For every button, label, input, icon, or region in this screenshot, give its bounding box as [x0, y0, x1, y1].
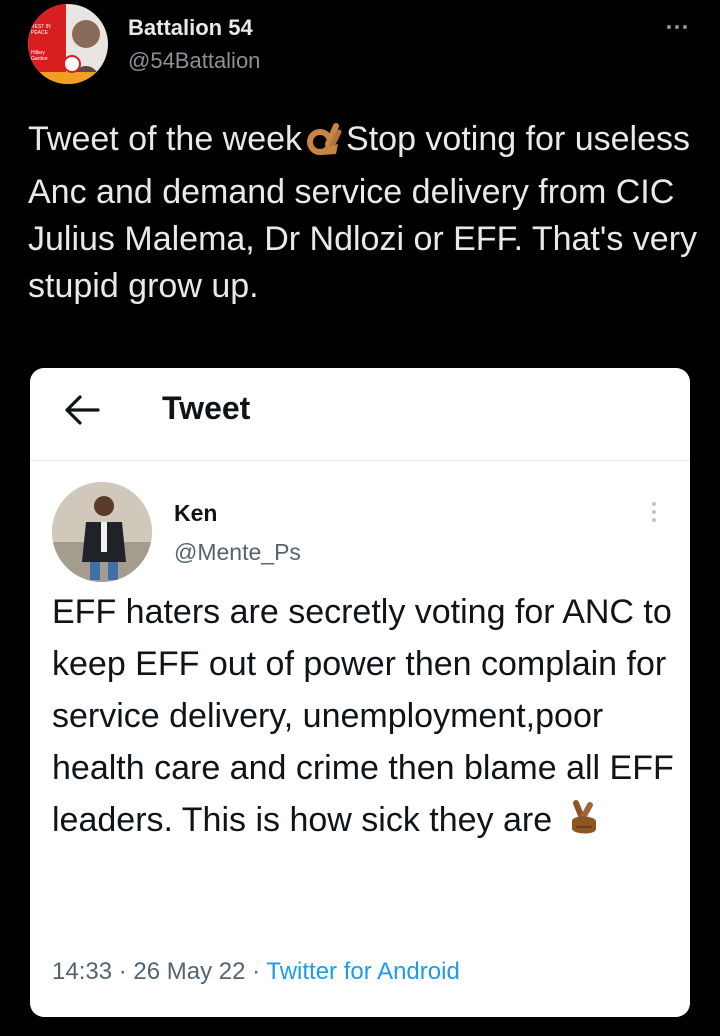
meta-separator: ·	[112, 958, 134, 985]
back-arrow-icon	[64, 394, 100, 426]
screenshot-title: Tweet	[162, 390, 251, 426]
crossed-fingers-icon	[566, 799, 600, 852]
display-name[interactable]: Battalion 54	[128, 15, 253, 41]
ok-hand-icon	[306, 118, 342, 169]
tweet-text: Tweet of the week Stop voting for useles…	[28, 116, 698, 310]
dot-icon	[652, 502, 656, 506]
avatar[interactable]: REST IN PEACE Hillary Gardee	[28, 4, 108, 84]
avatar-caption-top: REST IN PEACE	[31, 24, 51, 36]
user-handle[interactable]: @54Battalion	[128, 48, 260, 74]
tweet-text-part-1: Tweet of the week	[28, 120, 303, 158]
dot-icon	[675, 25, 679, 29]
embedded-tweet-screenshot[interactable]: Tweet Ken @Mente_Ps EFF haters are secre…	[30, 368, 690, 1017]
meta-separator: ·	[245, 958, 267, 985]
quoted-avatar-image	[52, 482, 152, 582]
tweet-date: 26 May 22	[133, 958, 246, 985]
more-options-icon[interactable]	[660, 18, 694, 36]
quoted-tweet-text: EFF haters are secretly voting for ANC t…	[52, 586, 678, 852]
dot-icon	[667, 25, 671, 29]
quoted-display-name: Ken	[174, 500, 218, 526]
quoted-more-options-icon	[644, 498, 664, 526]
quoted-tweet-meta: 14:33 · 26 May 22 · Twitter for Android	[52, 958, 460, 986]
quoted-user-handle: @Mente_Ps	[174, 539, 301, 565]
dot-icon	[652, 510, 656, 514]
avatar-caption-name: Hillary Gardee	[31, 50, 48, 62]
dot-icon	[652, 518, 656, 522]
tweet-source-link: Twitter for Android	[266, 958, 460, 985]
quoted-avatar	[52, 482, 152, 582]
screenshot-topbar: Tweet	[30, 368, 690, 461]
tweet-header: REST IN PEACE Hillary Gardee Battalion 5…	[0, 0, 720, 100]
avatar-image	[28, 4, 108, 84]
dot-icon	[683, 25, 687, 29]
tweet-time: 14:33	[52, 958, 113, 985]
